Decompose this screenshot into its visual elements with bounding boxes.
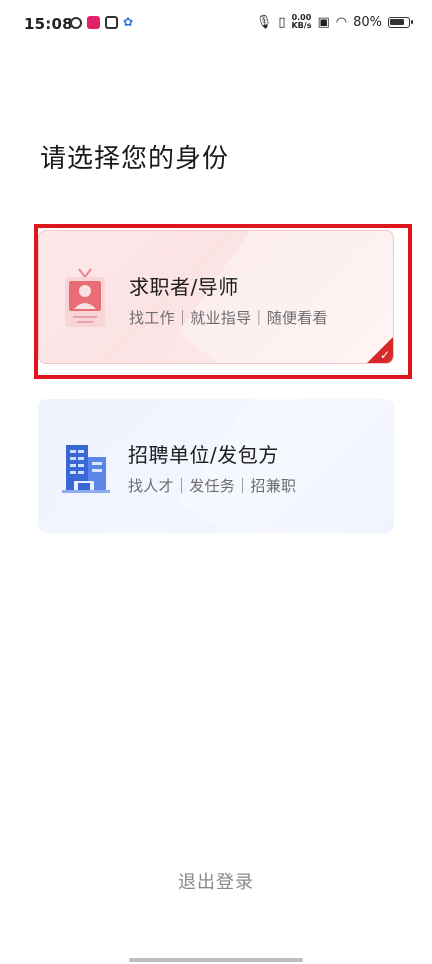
paw-icon: ✿ — [123, 15, 134, 29]
check-icon: ✓ — [379, 348, 390, 362]
system-icons: 🎙 ▯ 0.00 KB/s ▣ ◠ 80% — [255, 13, 413, 30]
option-title: 招聘单位/发包方 — [128, 443, 279, 467]
status-bar: 15:08 ✿ 🎙 ▯ 0.00 KB/s ▣ ◠ 80% — [0, 0, 432, 50]
identity-option-employer[interactable]: 招聘单位/发包方 找人才｜发任务｜招兼职 — [38, 399, 394, 533]
app-notification-icon — [87, 16, 100, 29]
building-icon — [62, 445, 110, 493]
option-subtitle: 找人才｜发任务｜招兼职 — [128, 477, 297, 495]
identity-option-jobseeker[interactable]: 求职者/导师 找工作｜就业指导｜随便看看 ✓ — [38, 230, 394, 364]
option-subtitle: 找工作｜就业指导｜随便看看 — [129, 309, 328, 327]
battery-percent: 80% — [353, 14, 382, 30]
logout-button[interactable]: 退出登录 — [0, 868, 432, 894]
wifi-icon: ◠ — [335, 14, 348, 30]
id-badge-icon — [65, 268, 105, 327]
battery-icon — [388, 16, 413, 28]
status-time: 15:08 — [24, 15, 73, 33]
message-icon — [105, 16, 118, 29]
notification-icons: ✿ — [70, 16, 133, 29]
network-speed: 0.00 KB/s — [291, 13, 312, 30]
sync-icon — [70, 16, 82, 29]
mic-icon: 🎙 — [255, 14, 273, 30]
page-title: 请选择您的身份 — [40, 144, 230, 174]
vibrate-icon: ▯ — [278, 14, 286, 30]
home-indicator[interactable] — [129, 958, 303, 962]
option-title: 求职者/导师 — [129, 275, 239, 299]
sim-icon: ▣ — [317, 14, 330, 30]
